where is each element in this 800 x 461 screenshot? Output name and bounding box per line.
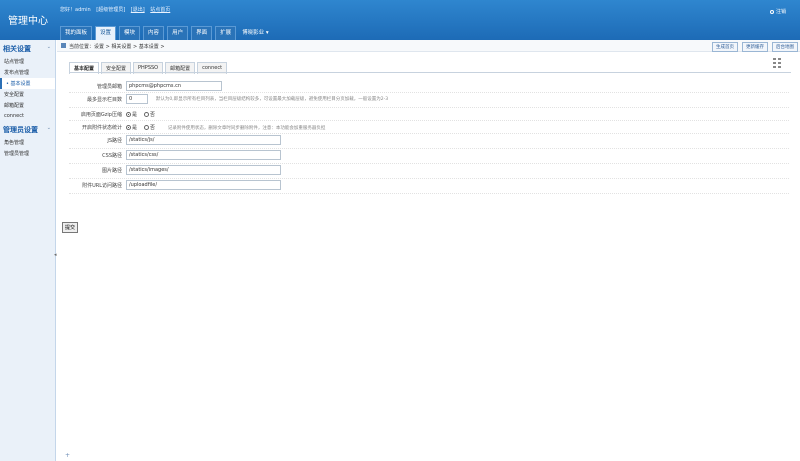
list-max-hint: 默认为0,即显示所有栏目列表，当栏目层级结构较多，可设置最大加载层级，避免使用栏… — [155, 96, 389, 102]
admin-email-label: 管理员邮箱 — [96, 84, 122, 90]
nav-tab-users[interactable]: 用户 — [167, 26, 189, 40]
attachment-yes-radio[interactable] — [126, 125, 131, 130]
img-path-label: 图片路径 — [101, 168, 122, 174]
greeting-text: 您好！admin — [60, 7, 91, 13]
nav-tab-extensions[interactable]: 扩展 — [215, 26, 237, 40]
submit-button[interactable]: 提交 — [62, 222, 79, 233]
role-text: [超级管理员] — [96, 7, 126, 13]
form-row-css-path: CSS路径 — [69, 149, 789, 164]
grid-view-icon[interactable] — [773, 58, 782, 68]
sidebar-item-basic-settings[interactable]: • 基本设置 — [0, 78, 55, 89]
form-row-img-path: 图片路径 — [69, 164, 789, 179]
css-path-label: CSS路径 — [102, 153, 122, 159]
chevron-down-icon: ⌄ — [46, 44, 51, 50]
update-cache-button[interactable]: 更新缓存 — [742, 42, 768, 52]
logout-link[interactable]: [退出] — [131, 7, 145, 13]
upload-path-label: 附件URL访问路径 — [82, 183, 122, 189]
form-row-attachment-stat: 开启附件状态统计 是 否 记录附件使用状态，删除文章时同步删除附件，注意：本功能… — [69, 121, 789, 134]
list-max-label: 最多显示栏目数 — [86, 97, 122, 103]
sidebar-section-title[interactable]: 管理员设置 ⌄ — [0, 121, 55, 137]
attachment-no-label: 否 — [149, 125, 155, 131]
attachment-yes-label: 是 — [132, 125, 138, 131]
sidebar-item-security[interactable]: 安全配置 — [0, 89, 55, 100]
tab-divider — [69, 72, 791, 73]
form-row-admin-email: 管理员邮箱 — [69, 80, 789, 93]
admin-email-input[interactable] — [126, 81, 222, 91]
logout-label: 注销 — [775, 9, 786, 15]
chevron-down-icon: ⌄ — [46, 125, 51, 131]
top-header: 管理中心 您好！admin [超级管理员] [退出] 站点首页 我的面板 设置 … — [0, 0, 800, 40]
app-logo: 管理中心 — [8, 16, 48, 27]
img-path-input[interactable] — [126, 165, 281, 175]
nav-tab-modules[interactable]: 模块 — [119, 26, 141, 40]
nav-tab-interface[interactable]: 界面 — [191, 26, 213, 40]
home-icon — [61, 43, 66, 48]
gzip-no-radio[interactable] — [143, 112, 149, 117]
sidebar-item-site-manage[interactable]: 站点管理 — [0, 56, 55, 67]
sidebar-item-admins[interactable]: 管理员管理 — [0, 148, 55, 159]
add-icon[interactable]: + — [65, 452, 70, 459]
sidebar-section-title[interactable]: 相关设置 ⌄ — [0, 40, 55, 56]
css-path-input[interactable] — [126, 150, 281, 160]
sidebar: 相关设置 ⌄ 站点管理 发布点管理 • 基本设置 安全配置 邮箱配置 conne… — [0, 40, 57, 461]
sidebar-item-publish-points[interactable]: 发布点管理 — [0, 67, 55, 78]
site-switch-dropdown[interactable]: 博晓影业 ▾ — [242, 26, 269, 40]
settings-form: 管理员邮箱 最多显示栏目数 默认为0,即显示所有栏目列表，当栏目层级结构较多，可… — [69, 80, 789, 194]
form-row-gzip: 启用页面Gzip压缩 是 否 — [69, 108, 789, 121]
breadcrumb-text: 当前位置：设置 > 相关设置 > 基本设置 > — [69, 44, 165, 50]
generate-home-button[interactable]: 生成首页 — [712, 42, 738, 52]
power-icon — [769, 9, 774, 14]
main-nav: 我的面板 设置 模块 内容 用户 界面 扩展 博晓影业 ▾ — [60, 24, 269, 40]
user-info: 您好！admin [超级管理员] [退出] 站点首页 — [60, 6, 174, 13]
sidebar-item-email[interactable]: 邮箱配置 — [0, 100, 55, 111]
sidebar-section-label: 相关设置 — [3, 45, 31, 53]
js-path-input[interactable] — [126, 135, 281, 145]
attachment-stat-label: 开启附件状态统计 — [81, 125, 122, 131]
list-max-input[interactable] — [126, 94, 148, 104]
sidebar-section-label: 管理员设置 — [3, 126, 38, 134]
admin-map-button[interactable]: 后台地图 — [772, 42, 798, 52]
form-row-js-path: JS路径 — [69, 134, 789, 149]
site-home-link[interactable]: 站点首页 — [150, 7, 170, 13]
attachment-no-radio[interactable] — [143, 125, 149, 130]
quick-actions: 生成首页 更新缓存 后台地图 — [708, 42, 798, 52]
form-row-upload-path: 附件URL访问路径 — [69, 179, 789, 194]
nav-tab-panel[interactable]: 我的面板 — [60, 26, 93, 40]
upload-path-input[interactable] — [126, 180, 281, 190]
breadcrumb: 当前位置：设置 > 相关设置 > 基本设置 > 生成首页 更新缓存 后台地图 — [57, 40, 800, 52]
attachment-stat-hint: 记录附件使用状态，删除文章时同步删除附件，注意：本功能会加重服务器负担 — [167, 125, 326, 131]
gzip-yes-radio[interactable] — [126, 112, 131, 117]
nav-tab-settings[interactable]: 设置 — [95, 26, 117, 40]
sidebar-item-connect[interactable]: connect — [0, 111, 55, 121]
sidebar-item-roles[interactable]: 角色管理 — [0, 137, 55, 148]
nav-tab-content[interactable]: 内容 — [143, 26, 165, 40]
js-path-label: JS路径 — [107, 138, 122, 144]
form-row-list-max: 最多显示栏目数 默认为0,即显示所有栏目列表，当栏目层级结构较多，可设置最大加载… — [69, 93, 789, 108]
main-content: 当前位置：设置 > 相关设置 > 基本设置 > 生成首页 更新缓存 后台地图 基… — [57, 40, 800, 461]
gzip-label: 启用页面Gzip压缩 — [80, 112, 122, 118]
gzip-yes-label: 是 — [132, 112, 138, 118]
logout-button[interactable]: 注销 — [769, 8, 786, 15]
gzip-no-label: 否 — [149, 112, 155, 118]
